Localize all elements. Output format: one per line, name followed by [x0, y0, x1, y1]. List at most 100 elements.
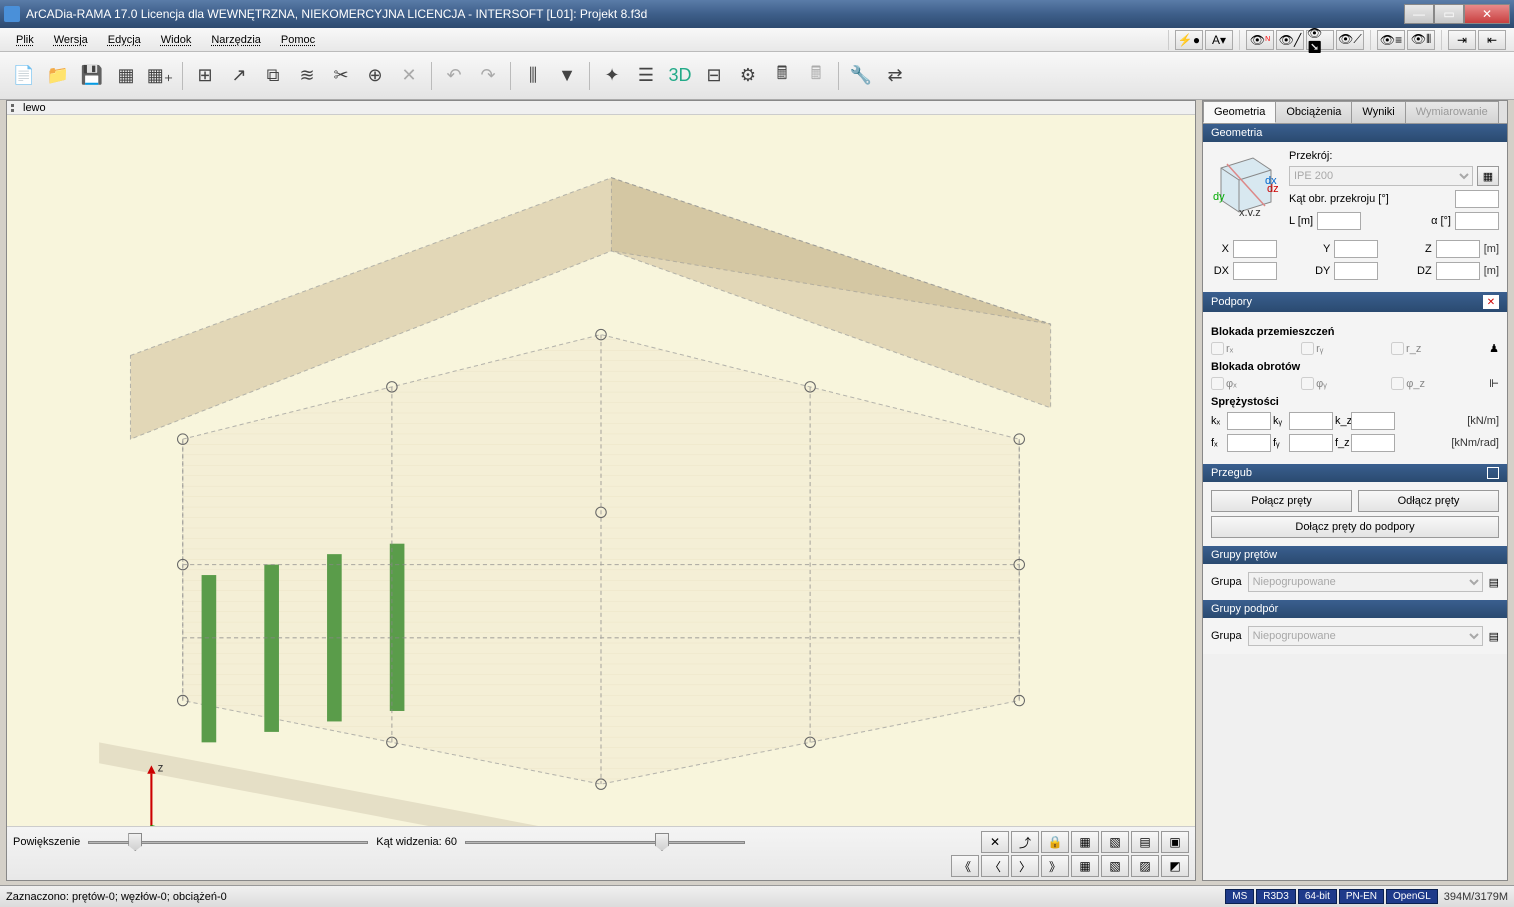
list-icon[interactable]: ☰: [630, 60, 662, 92]
tab-wymiarowanie[interactable]: Wymiarowanie: [1405, 101, 1499, 123]
eye-list-icon[interactable]: 👁≡: [1377, 30, 1405, 50]
redo-icon[interactable]: ↷: [472, 60, 504, 92]
3d-viewport[interactable]: z x y: [7, 115, 1195, 826]
measure-icon[interactable]: ✦: [596, 60, 628, 92]
menu-narzedzia[interactable]: Narzędzia: [203, 32, 269, 48]
nav-b3-icon[interactable]: ◩: [1161, 855, 1189, 877]
calculator-icon[interactable]: 🖩: [766, 60, 798, 92]
podpory-clear-icon[interactable]: ✕: [1483, 295, 1499, 309]
tab-obciazenia[interactable]: Obciążenia: [1275, 101, 1352, 123]
settings-icon[interactable]: ⚙: [732, 60, 764, 92]
eye-tri-icon[interactable]: 👁⫴: [1407, 30, 1435, 50]
filter-icon[interactable]: ▼: [551, 60, 583, 92]
delete-icon[interactable]: ✕: [393, 60, 425, 92]
phiy-check[interactable]: [1301, 377, 1314, 390]
new-file-icon[interactable]: 📄: [8, 60, 40, 92]
vp-view3-icon[interactable]: ▤: [1131, 831, 1159, 853]
menu-widok[interactable]: Widok: [153, 32, 200, 48]
panel-icon[interactable]: ⊞: [189, 60, 221, 92]
kz-input[interactable]: [1351, 412, 1395, 430]
fz-input[interactable]: [1351, 434, 1395, 452]
odlacz-prety-button[interactable]: Odłącz pręty: [1358, 490, 1499, 512]
rz-check[interactable]: [1391, 342, 1404, 355]
nav-b1-icon[interactable]: ▧: [1101, 855, 1129, 877]
vp-view4-icon[interactable]: ▣: [1161, 831, 1189, 853]
DZ-input[interactable]: [1436, 262, 1480, 280]
kat-obr-input[interactable]: [1455, 190, 1499, 208]
undo-icon[interactable]: ↶: [438, 60, 470, 92]
dolacz-prety-button[interactable]: Dołącz pręty do podpory: [1211, 516, 1499, 538]
DX-input[interactable]: [1233, 262, 1277, 280]
grupy-podpor-select[interactable]: Niepogrupowane: [1248, 626, 1483, 646]
eye-axis-icon[interactable]: 👁╱: [1276, 30, 1304, 50]
minimize-button[interactable]: —: [1404, 4, 1434, 24]
tab-wyniki[interactable]: Wyniki: [1351, 101, 1405, 123]
polacz-prety-button[interactable]: Połącz pręty: [1211, 490, 1352, 512]
phiz-check[interactable]: [1391, 377, 1404, 390]
thunder-icon-btn[interactable]: ⚡●: [1175, 30, 1203, 50]
collapse-icon[interactable]: ⇥: [1448, 30, 1476, 50]
menu-plik[interactable]: Plik: [8, 32, 42, 48]
eye-x-icon[interactable]: 👁↘: [1306, 30, 1334, 50]
columns-icon[interactable]: ⫼: [517, 60, 549, 92]
rx-check[interactable]: [1211, 342, 1224, 355]
axis-icon[interactable]: ↗: [223, 60, 255, 92]
tab-geometria[interactable]: Geometria: [1203, 101, 1276, 123]
fy-input[interactable]: [1289, 434, 1333, 452]
przegub-toggle-icon[interactable]: [1487, 467, 1499, 479]
menu-edycja[interactable]: Edycja: [100, 32, 149, 48]
nav-b2-icon[interactable]: ▨: [1131, 855, 1159, 877]
fov-slider[interactable]: [465, 833, 745, 851]
nav-add-icon[interactable]: ▦: [1071, 855, 1099, 877]
phix-check[interactable]: [1211, 377, 1224, 390]
table-icon[interactable]: ⊟: [698, 60, 730, 92]
Z-input[interactable]: [1436, 240, 1480, 258]
letter-a-btn[interactable]: A▾: [1205, 30, 1233, 50]
alpha-input[interactable]: [1455, 212, 1499, 230]
grupy-pretow-edit-icon[interactable]: ▤: [1489, 576, 1499, 589]
vp-fit-icon[interactable]: ✕: [981, 831, 1009, 853]
support-type-icon[interactable]: ♟: [1489, 342, 1499, 355]
wrench-icon[interactable]: 🔧: [845, 60, 877, 92]
calc2-icon[interactable]: 🖩: [800, 60, 832, 92]
rotation-icon[interactable]: ⊩: [1489, 377, 1499, 390]
vp-lock-icon[interactable]: 🔒: [1041, 831, 1069, 853]
przekroj-select[interactable]: IPE 200: [1289, 166, 1473, 186]
przekroj-edit-icon[interactable]: ▦: [1477, 166, 1499, 186]
menu-pomoc[interactable]: Pomoc: [273, 32, 323, 48]
ky-input[interactable]: [1289, 412, 1333, 430]
grupy-podpor-edit-icon[interactable]: ▤: [1489, 630, 1499, 643]
eye-angle-icon[interactable]: 👁⟋: [1336, 30, 1364, 50]
grupy-pretow-select[interactable]: Niepogrupowane: [1248, 572, 1483, 592]
X-input[interactable]: [1233, 240, 1277, 258]
L-input[interactable]: [1317, 212, 1361, 230]
zoom-slider[interactable]: [88, 833, 368, 851]
maximize-button[interactable]: ▭: [1434, 4, 1464, 24]
add-node-icon[interactable]: ⊕: [359, 60, 391, 92]
Y-input[interactable]: [1334, 240, 1378, 258]
menu-wersja[interactable]: Wersja: [46, 32, 96, 48]
nav-prev-icon[interactable]: 〈: [981, 855, 1009, 877]
viewport-header[interactable]: lewo: [7, 101, 1195, 115]
copy-panel-icon[interactable]: ⧉: [257, 60, 289, 92]
eye-normal-icon[interactable]: 👁N: [1246, 30, 1274, 50]
expand-icon[interactable]: ⇤: [1478, 30, 1506, 50]
nav-right-icon[interactable]: 》: [1041, 855, 1069, 877]
cut-icon[interactable]: ✂: [325, 60, 357, 92]
close-button[interactable]: ✕: [1464, 4, 1510, 24]
transfer-icon[interactable]: ⇄: [879, 60, 911, 92]
vp-view2-icon[interactable]: ▧: [1101, 831, 1129, 853]
load-icon[interactable]: ≋: [291, 60, 323, 92]
vp-view1-icon[interactable]: ▦: [1071, 831, 1099, 853]
vp-home-icon[interactable]: ⤴: [1011, 831, 1039, 853]
save-icon[interactable]: 💾: [76, 60, 108, 92]
grid-copy-icon[interactable]: ▦₊: [144, 60, 176, 92]
DY-input[interactable]: [1334, 262, 1378, 280]
grid-icon[interactable]: ▦: [110, 60, 142, 92]
open-file-icon[interactable]: 📁: [42, 60, 74, 92]
viewport-handle-icon[interactable]: [11, 103, 19, 113]
ry-check[interactable]: [1301, 342, 1314, 355]
fx-input[interactable]: [1227, 434, 1271, 452]
3d-icon[interactable]: 3D: [664, 60, 696, 92]
nav-left-icon[interactable]: 《: [951, 855, 979, 877]
